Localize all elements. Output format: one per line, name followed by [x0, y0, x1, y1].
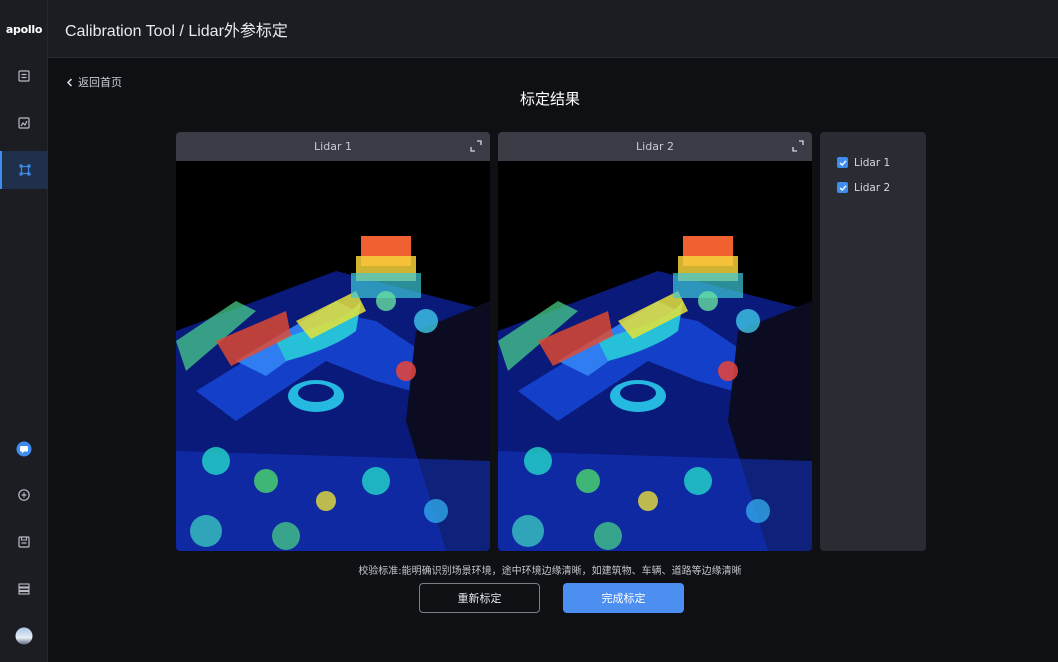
- top-bar: Calibration Tool / Lidar外参标定: [48, 0, 1058, 58]
- lidar-2-title: Lidar 2: [636, 140, 674, 153]
- back-label: 返回首页: [78, 76, 122, 89]
- checkbox-checked-icon: [837, 157, 848, 168]
- records-icon[interactable]: [0, 57, 48, 95]
- lidar-1-header: Lidar 1: [176, 132, 490, 161]
- calibration-icon[interactable]: [0, 151, 48, 189]
- add-icon[interactable]: [0, 476, 48, 514]
- lidar-1-panel: Lidar 1: [176, 132, 490, 551]
- lidar-1-checkbox[interactable]: Lidar 1: [837, 150, 926, 175]
- lidar-1-point-cloud[interactable]: [176, 161, 490, 551]
- lidar-legend: Lidar 1 Lidar 2: [820, 132, 926, 551]
- lidar-2-panel: Lidar 2: [498, 132, 812, 551]
- page-title: Calibration Tool / Lidar外参标定: [65, 22, 288, 40]
- result-title: 标定结果: [519, 90, 580, 108]
- lidar-2-point-cloud[interactable]: [498, 161, 812, 551]
- lidar-2-checkbox[interactable]: Lidar 2: [837, 175, 926, 200]
- list-icon[interactable]: [0, 570, 48, 608]
- save-icon[interactable]: [0, 523, 48, 561]
- chat-icon[interactable]: [0, 430, 48, 468]
- back-link[interactable]: 返回首页: [66, 75, 122, 89]
- validation-hint: 校验标准:能明确识别场景环境，途中环境边缘清晰，如建筑物、车辆、道路等边缘清晰: [358, 566, 742, 577]
- sidebar: apollo: [0, 0, 48, 662]
- checkbox-checked-icon: [837, 182, 848, 193]
- lidar-1-title: Lidar 1: [314, 140, 352, 153]
- finish-calibration-button[interactable]: 完成标定: [563, 583, 684, 613]
- avatar[interactable]: [0, 617, 48, 655]
- recalibrate-button[interactable]: 重新标定: [419, 583, 540, 613]
- expand-icon[interactable]: [792, 140, 804, 152]
- lidar-1-checkbox-label: Lidar 1: [854, 156, 891, 169]
- lidar-2-header: Lidar 2: [498, 132, 812, 161]
- chevron-left-icon: [66, 77, 73, 87]
- map-icon[interactable]: [0, 104, 48, 142]
- apollo-logo: apollo: [5, 22, 43, 36]
- expand-icon[interactable]: [470, 140, 482, 152]
- lidar-2-checkbox-label: Lidar 2: [854, 181, 891, 194]
